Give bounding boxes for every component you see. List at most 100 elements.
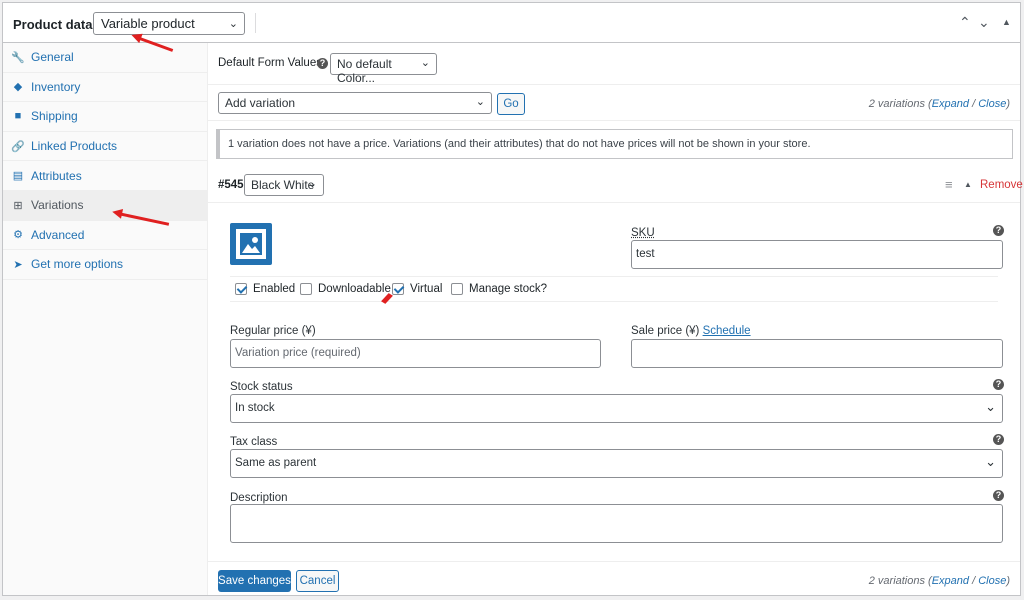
sku-input[interactable]: test <box>631 240 1003 269</box>
up-icon[interactable]: ⌃ <box>959 14 971 31</box>
default-form-values-row: Default Form Values: ? No default Color.… <box>208 43 1020 85</box>
gear-icon: ⚙ <box>13 229 23 242</box>
sale-price-label: Sale price (¥) Schedule <box>631 325 751 337</box>
stock-status-label: Stock status <box>230 381 293 393</box>
truck-icon: ■ <box>14 110 22 123</box>
separator: / <box>969 575 979 587</box>
image-picture <box>240 233 262 255</box>
stock-status-select[interactable]: In stock ⌄ <box>230 394 1003 423</box>
variations-footer: Save changes Cancel 2 variations (Expand… <box>208 561 1020 597</box>
save-changes-button[interactable]: Save changes <box>218 570 291 592</box>
panel-header: Product data — Variable product ⌄ ⌃ ⌄ ▲ <box>3 3 1020 43</box>
close-link[interactable]: Close <box>978 98 1006 110</box>
header-divider <box>255 13 256 33</box>
wrench-icon: 🔧 <box>11 51 25 64</box>
sale-price-input[interactable] <box>631 339 1003 368</box>
remove-variation-link[interactable]: Remove <box>980 179 1023 191</box>
product-type-select[interactable]: Variable product ⌄ <box>93 12 245 35</box>
tab-advanced[interactable]: ⚙ Advanced <box>3 221 207 251</box>
help-icon: ? <box>993 490 1004 501</box>
add-variation-value: Add variation <box>225 96 296 110</box>
tab-variations[interactable]: ⊞ Variations <box>3 190 207 221</box>
chevron-down-icon: ⌄ <box>475 96 485 108</box>
description-textarea[interactable] <box>230 504 1003 543</box>
plugin-icon: ➤ <box>13 258 23 271</box>
schedule-link[interactable]: Schedule <box>703 325 751 337</box>
regular-price-input[interactable]: Variation price (required) <box>230 339 601 368</box>
missing-price-notice: 1 variation does not have a price. Varia… <box>216 129 1013 159</box>
separator: / <box>969 98 979 110</box>
tax-class-select[interactable]: Same as parent ⌄ <box>230 449 1003 478</box>
tab-attributes[interactable]: ▤ Attributes <box>3 161 207 191</box>
image-placeholder-icon <box>236 229 266 259</box>
paren: ) <box>1006 575 1010 587</box>
mountain-icon <box>242 237 260 253</box>
checkbox-label: Manage stock? <box>469 283 547 295</box>
close-link[interactable]: Close <box>978 575 1006 587</box>
default-form-values-label: Default Form Values: <box>218 57 326 69</box>
checkbox-label: Enabled <box>253 283 296 295</box>
tab-inventory[interactable]: ◆ Inventory <box>3 73 207 103</box>
variation-count-text: 2 variations ( <box>868 98 932 110</box>
tab-general[interactable]: 🔧 General <box>3 43 207 73</box>
variation-id: #545 <box>218 179 244 191</box>
add-variation-row: Add variation ⌄ Go 2 variations (Expand … <box>208 85 1020 121</box>
add-variation-select[interactable]: Add variation ⌄ <box>218 92 492 114</box>
help-icon: ? <box>993 379 1004 390</box>
manage-stock-checkbox[interactable]: Manage stock? <box>451 283 547 295</box>
checkbox-label: Virtual <box>410 283 443 295</box>
cancel-button[interactable]: Cancel <box>296 570 339 592</box>
expand-link[interactable]: Expand <box>932 98 969 110</box>
tab-label: Linked Products <box>31 139 118 154</box>
variation-attribute-value: Black White <box>251 178 315 192</box>
down-icon[interactable]: ⌄ <box>978 14 990 31</box>
collapse-variation-icon[interactable]: ▲ <box>964 180 972 189</box>
grid-icon: ⊞ <box>13 199 23 212</box>
tab-shipping[interactable]: ■ Shipping <box>3 102 207 132</box>
variation-attribute-select[interactable]: Black White ⌄ <box>244 174 324 196</box>
description-label: Description <box>230 492 288 504</box>
chevron-down-icon: ⌄ <box>985 399 996 414</box>
checkbox-box <box>392 283 404 295</box>
variation-count-text: 2 variations ( <box>868 575 932 587</box>
collapse-icon[interactable]: ▲ <box>1002 17 1011 27</box>
variation-count: 2 variations (Expand / Close) <box>869 98 1010 110</box>
tax-class-value: Same as parent <box>235 457 317 469</box>
product-type-value: Variable product <box>101 16 195 31</box>
checkbox-box <box>235 283 247 295</box>
sku-label: SKU <box>631 227 655 239</box>
tax-class-label: Tax class <box>230 436 278 448</box>
expand-link[interactable]: Expand <box>932 575 969 587</box>
virtual-checkbox[interactable]: Virtual <box>392 283 442 295</box>
drag-handle-icon[interactable]: ≡ <box>945 177 953 192</box>
link-icon: 🔗 <box>11 140 25 153</box>
tab-label: Shipping <box>31 109 78 124</box>
variation-image[interactable] <box>230 223 272 265</box>
variation-count: 2 variations (Expand / Close) <box>869 575 1010 587</box>
list-icon: ▤ <box>12 170 24 183</box>
tab-linked-products[interactable]: 🔗 Linked Products <box>3 132 207 162</box>
default-color-value: No default Color... <box>337 57 392 85</box>
help-icon: ? <box>317 58 328 69</box>
downloadable-checkbox[interactable]: Downloadable <box>300 283 391 295</box>
tab-label: Get more options <box>31 257 124 272</box>
checkbox-box <box>300 283 312 295</box>
chevron-down-icon: ⌄ <box>228 18 238 30</box>
enabled-checkbox[interactable]: Enabled <box>235 283 295 295</box>
sku-value: test <box>636 248 655 260</box>
checkbox-box <box>451 283 463 295</box>
tag-icon: ◆ <box>13 81 23 94</box>
regular-price-placeholder: Variation price (required) <box>235 347 361 359</box>
checkbox-label: Downloadable <box>318 283 391 295</box>
chevron-down-icon: ⌄ <box>420 57 430 69</box>
go-button[interactable]: Go <box>497 93 525 115</box>
tab-label: Advanced <box>31 227 85 242</box>
chevron-down-icon: ⌄ <box>985 454 996 469</box>
default-color-select[interactable]: No default Color... ⌄ <box>330 53 437 85</box>
tab-get-more-options[interactable]: ➤ Get more options <box>3 250 207 280</box>
variation-header[interactable]: #545 Black White ⌄ ≡ ▲ Remove <box>208 167 1023 203</box>
tab-label: Attributes <box>31 168 82 183</box>
tab-label: Variations <box>31 198 84 213</box>
variation-details: SKU ? test Enabled Downloadable Virtual <box>208 203 1020 561</box>
paren: ) <box>1006 98 1010 110</box>
